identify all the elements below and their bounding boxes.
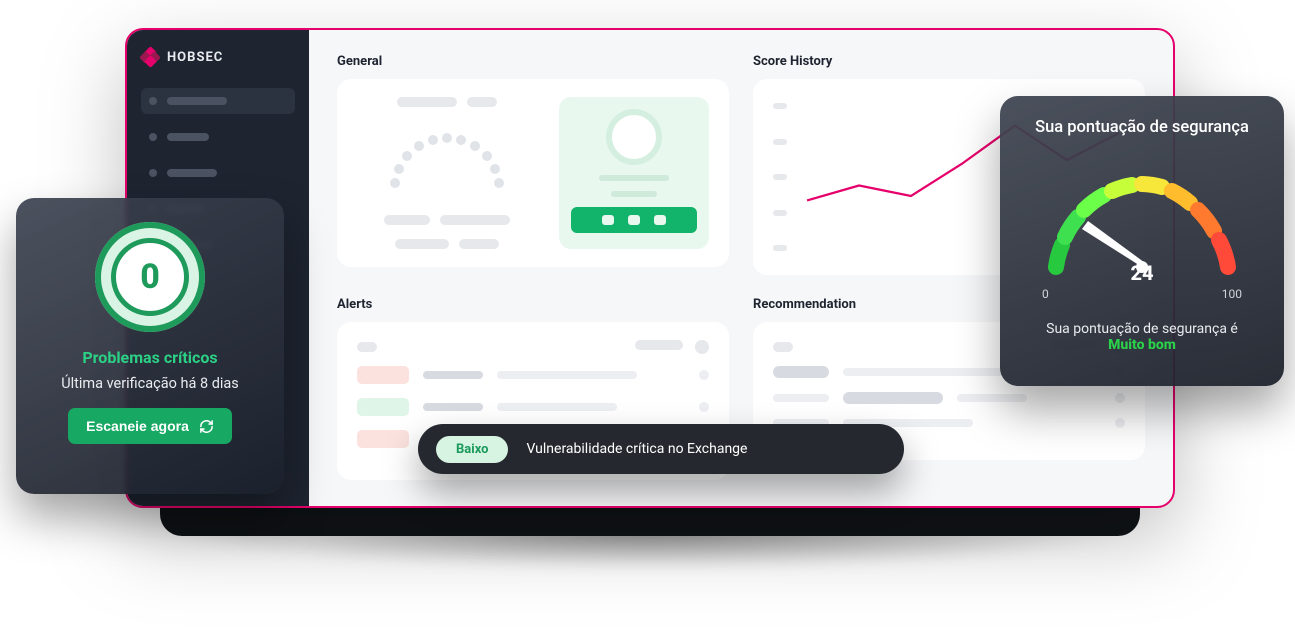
refresh-icon — [199, 419, 214, 434]
toast-text: Vulnerabilidade crítica no Exchange — [526, 441, 747, 457]
critical-title: Problemas críticos — [82, 348, 217, 367]
scan-now-label: Escaneie agora — [86, 418, 189, 434]
row-end-dot-icon — [699, 402, 709, 412]
score-gauge: 24 — [1032, 155, 1252, 285]
placeholder-pill — [384, 215, 430, 225]
score-title: Sua pontuação de segurança — [1035, 118, 1249, 137]
placeholder-line — [423, 371, 483, 379]
score-max: 100 — [1222, 287, 1242, 301]
row-end-dot-icon — [1115, 393, 1125, 403]
brand: HOBSEC — [141, 48, 295, 66]
gauge-arc-icon — [377, 121, 517, 201]
score-value: 24 — [1130, 261, 1153, 285]
row-end-dot-icon — [1115, 418, 1125, 428]
nav-placeholder — [167, 169, 217, 177]
placeholder-pill — [773, 342, 793, 352]
y-axis-ticks — [773, 103, 787, 251]
alert-row[interactable] — [357, 398, 709, 416]
placeholder-line — [423, 403, 483, 411]
score-subtitle-prefix: Sua pontuação de segurança é — [1046, 321, 1238, 337]
nav-dot-icon — [149, 97, 157, 105]
alert-row[interactable] — [357, 366, 709, 384]
score-min: 0 — [1042, 287, 1049, 301]
placeholder-line — [773, 394, 829, 402]
nav-dot-icon — [149, 133, 157, 141]
nav-placeholder — [167, 133, 209, 141]
severity-tag-red — [357, 430, 409, 448]
section-title-alerts: Alerts — [337, 297, 729, 312]
critical-count-value: 0 — [111, 238, 189, 316]
score-subtitle: Sua pontuação de segurança é Muito bom — [1046, 321, 1238, 353]
placeholder-line — [773, 366, 829, 378]
section-general: General — [337, 54, 729, 277]
placeholder-pill — [467, 97, 497, 107]
placeholder-line — [843, 392, 943, 404]
placeholder-pill — [357, 342, 377, 352]
placeholder-line — [957, 394, 1027, 402]
critical-subtitle: Última verificação há 8 dias — [61, 375, 239, 392]
placeholder-pill — [440, 215, 510, 225]
placeholder-pill — [459, 239, 499, 249]
recommendation-row[interactable] — [773, 392, 1125, 404]
score-status: Muito bom — [1108, 337, 1176, 353]
brand-logo-icon — [141, 48, 159, 66]
badge-dot-icon — [695, 340, 709, 354]
placeholder-pill — [635, 340, 683, 350]
critical-count-ring-icon: 0 — [95, 222, 205, 332]
general-card — [337, 79, 729, 267]
placeholder-pill — [395, 239, 449, 249]
placeholder-pill — [397, 97, 457, 107]
nav-dot-icon — [149, 169, 157, 177]
sidebar-item-2[interactable] — [141, 124, 295, 150]
scan-now-button[interactable]: Escaneie agora — [68, 408, 232, 444]
section-title-general: General — [337, 54, 729, 69]
general-highlight-card — [559, 97, 709, 249]
circle-placeholder-icon — [606, 109, 662, 165]
placeholder-line — [843, 368, 1003, 376]
section-title-score-history: Score History — [753, 54, 1145, 69]
alert-toast[interactable]: Baixo Vulnerabilidade crítica no Exchang… — [418, 424, 904, 474]
nav-placeholder — [167, 97, 227, 105]
row-end-dot-icon — [699, 370, 709, 380]
critical-problems-card: 0 Problemas críticos Última verificação … — [16, 198, 284, 494]
general-action-button[interactable] — [571, 207, 697, 233]
placeholder-pill — [611, 191, 657, 197]
security-score-card: Sua pontuação de segurança 24 0 100 — [1000, 96, 1284, 386]
placeholder-line — [497, 371, 637, 379]
brand-name: HOBSEC — [167, 50, 223, 65]
severity-tag-green — [357, 398, 409, 416]
sidebar-item-1[interactable] — [141, 88, 295, 114]
sidebar-item-3[interactable] — [141, 160, 295, 186]
general-gauge-area — [357, 97, 537, 249]
score-range-labels: 0 100 — [1042, 287, 1242, 301]
toast-severity-badge: Baixo — [436, 436, 508, 463]
placeholder-pill — [599, 175, 669, 181]
placeholder-line — [497, 403, 617, 411]
severity-tag-red — [357, 366, 409, 384]
